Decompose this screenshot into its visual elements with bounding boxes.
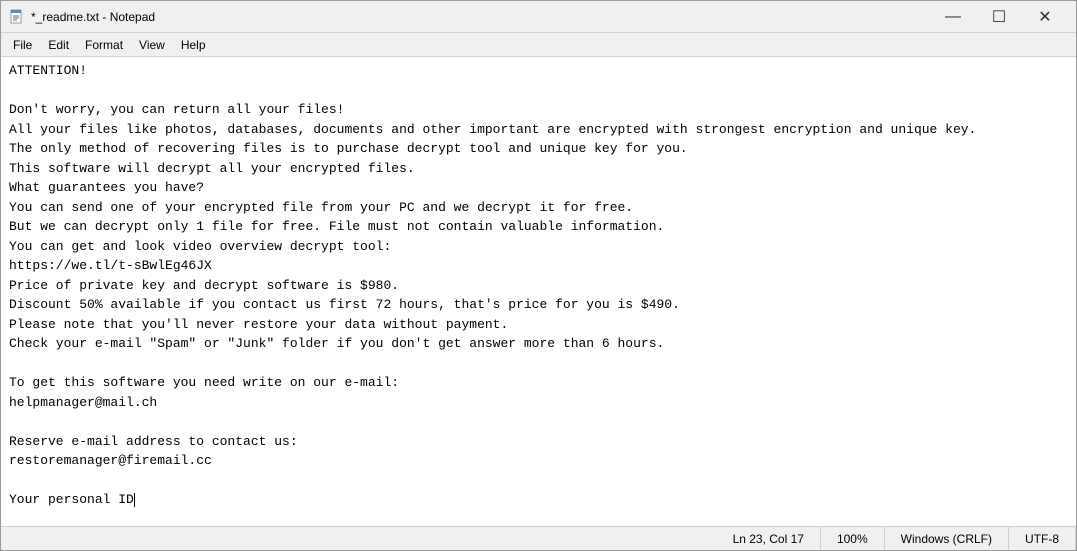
menu-view[interactable]: View: [131, 36, 173, 54]
window-title: *_readme.txt - Notepad: [31, 10, 930, 24]
encoding: UTF-8: [1009, 527, 1076, 550]
line-endings: Windows (CRLF): [885, 527, 1009, 550]
minimize-button[interactable]: —: [930, 1, 976, 33]
menu-help[interactable]: Help: [173, 36, 214, 54]
menu-edit[interactable]: Edit: [40, 36, 77, 54]
notepad-window: *_readme.txt - Notepad — ☐ ✕ File Edit F…: [0, 0, 1077, 551]
close-button[interactable]: ✕: [1022, 1, 1068, 33]
maximize-button[interactable]: ☐: [976, 1, 1022, 33]
window-controls: — ☐ ✕: [930, 1, 1068, 33]
zoom-level: 100%: [821, 527, 885, 550]
status-bar: Ln 23, Col 17 100% Windows (CRLF) UTF-8: [1, 526, 1076, 550]
menu-file[interactable]: File: [5, 36, 40, 54]
menu-format[interactable]: Format: [77, 36, 131, 54]
editor-area[interactable]: ATTENTION! Don't worry, you can return a…: [1, 57, 1076, 526]
app-icon: [9, 9, 25, 25]
menu-bar: File Edit Format View Help: [1, 33, 1076, 57]
editor-content: ATTENTION! Don't worry, you can return a…: [9, 61, 1068, 522]
cursor-position: Ln 23, Col 17: [717, 527, 821, 550]
title-bar: *_readme.txt - Notepad — ☐ ✕: [1, 1, 1076, 33]
